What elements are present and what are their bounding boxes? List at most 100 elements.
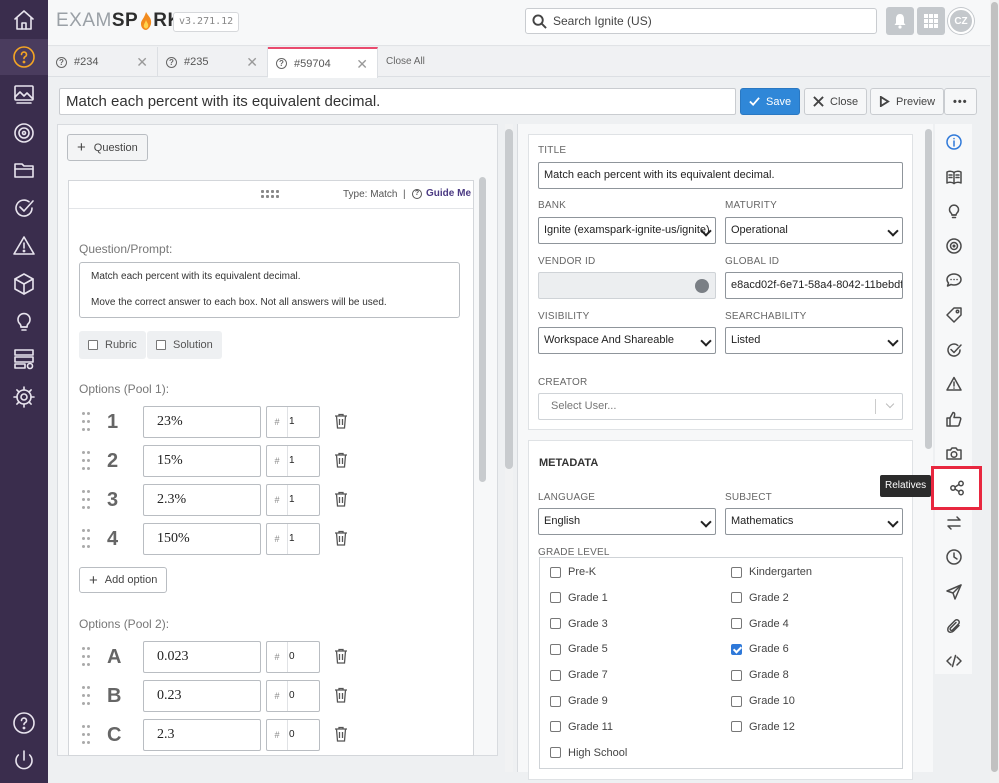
title-field[interactable]: Match each percent with its equivalent d… [538, 162, 903, 189]
option-count-input[interactable]: #1 [266, 445, 320, 477]
thumbs-up-icon[interactable] [935, 402, 972, 436]
notifications-button[interactable] [886, 7, 914, 35]
guide-me-link[interactable]: ? Guide Me [412, 188, 471, 199]
save-button[interactable]: Save [740, 88, 801, 115]
lightbulb-icon[interactable] [0, 303, 48, 339]
solution-toggle[interactable]: Solution [147, 331, 222, 359]
visibility-select[interactable]: Workspace And Shareable [538, 327, 716, 354]
more-options-button[interactable]: ••• [944, 88, 977, 115]
help-icon[interactable] [0, 39, 48, 75]
checkbox[interactable] [156, 340, 166, 350]
creator-select[interactable]: Select User... [538, 393, 903, 420]
editor-scrollbar[interactable] [479, 177, 486, 482]
grade-checkbox[interactable]: Grade 8 [731, 669, 789, 681]
grade-checkbox[interactable]: Kindergarten [731, 566, 812, 578]
gear-icon[interactable] [0, 379, 48, 415]
info-icon[interactable] [935, 125, 972, 159]
prompt-editor[interactable]: Match each percent with its equivalent d… [79, 262, 460, 318]
camera-icon[interactable] [935, 436, 972, 470]
drag-handle-icon[interactable] [82, 725, 90, 745]
option-count-input[interactable]: #1 [266, 406, 320, 438]
tab-59704[interactable]: ? #59704 ✕ [268, 47, 378, 78]
drag-handle-icon[interactable] [82, 490, 90, 510]
grade-checkbox[interactable]: Grade 7 [550, 669, 608, 681]
panel-scrollbar[interactable] [505, 124, 513, 772]
tab-235[interactable]: ? #235 ✕ [158, 47, 268, 77]
option-value-input[interactable]: 0.023 [143, 641, 261, 673]
grade-checkbox[interactable]: Grade 2 [731, 592, 789, 604]
server-settings-icon[interactable] [0, 341, 48, 377]
grade-checkbox[interactable]: Grade 4 [731, 618, 789, 630]
option-count-input[interactable]: #0 [266, 719, 320, 751]
comment-icon[interactable] [935, 263, 972, 297]
rubric-toggle[interactable]: Rubric [79, 331, 146, 359]
close-icon[interactable]: ✕ [246, 54, 258, 71]
preview-button[interactable]: Preview [870, 88, 945, 115]
option-value-input[interactable]: 23% [143, 406, 261, 438]
relatives-icon[interactable] [931, 466, 982, 510]
trash-icon[interactable] [334, 452, 348, 468]
global-search[interactable] [525, 8, 877, 34]
grade-checkbox[interactable]: Grade 3 [550, 618, 608, 630]
option-count-input[interactable]: #0 [266, 641, 320, 673]
close-button[interactable]: Close [804, 88, 868, 115]
drag-handle-icon[interactable] [82, 647, 90, 667]
book-icon[interactable] [935, 160, 972, 194]
subject-select[interactable]: Mathematics [725, 508, 903, 535]
power-icon[interactable] [0, 742, 48, 778]
target-icon[interactable] [935, 229, 972, 263]
tab-234[interactable]: ? #234 ✕ [48, 47, 158, 77]
option-value-input[interactable]: 2.3 [143, 719, 261, 751]
warning-icon[interactable] [935, 367, 972, 401]
grade-checkbox[interactable]: Grade 5 [550, 643, 608, 655]
language-select[interactable]: English [538, 508, 716, 535]
help-circle-icon[interactable] [0, 705, 48, 741]
drag-handle-icon[interactable] [82, 686, 90, 706]
drag-handle-icon[interactable] [261, 190, 281, 200]
check-circle-icon[interactable] [935, 333, 972, 367]
grade-checkbox[interactable]: Grade 12 [731, 721, 795, 733]
grade-checkbox[interactable]: Grade 10 [731, 695, 795, 707]
trash-icon[interactable] [334, 491, 348, 507]
searchability-select[interactable]: Listed [725, 327, 903, 354]
maturity-select[interactable]: Operational [725, 217, 903, 244]
target-icon[interactable] [0, 115, 48, 151]
drag-handle-icon[interactable] [82, 412, 90, 432]
drag-handle-icon[interactable] [82, 451, 90, 471]
lightbulb-icon[interactable] [935, 194, 972, 228]
add-option-button[interactable]: + Add option [79, 567, 168, 593]
drag-handle-icon[interactable] [82, 529, 90, 549]
apps-grid-button[interactable] [917, 7, 945, 35]
edit-icon[interactable] [695, 279, 709, 293]
image-gallery-icon[interactable] [0, 76, 48, 112]
grade-checkbox[interactable]: Pre-K [550, 566, 596, 578]
warning-icon[interactable] [0, 228, 48, 264]
search-input[interactable] [553, 14, 853, 28]
trash-icon[interactable] [334, 413, 348, 429]
properties-scrollbar[interactable] [925, 129, 932, 449]
option-value-input[interactable]: 150% [143, 523, 261, 555]
avatar[interactable]: CZ [948, 8, 974, 34]
option-value-input[interactable]: 0.23 [143, 680, 261, 712]
history-icon[interactable] [935, 540, 972, 574]
checkbox[interactable] [88, 340, 98, 350]
home-icon[interactable] [0, 2, 48, 38]
close-icon[interactable]: ✕ [136, 54, 148, 71]
page-scrollbar[interactable] [990, 0, 999, 783]
trash-icon[interactable] [334, 687, 348, 703]
code-icon[interactable] [935, 644, 972, 678]
send-icon[interactable] [935, 575, 972, 609]
grade-checkbox[interactable]: Grade 9 [550, 695, 608, 707]
global-id-field[interactable]: e8acd02f-6e71-58a4-8042-11bebdf [725, 272, 903, 299]
grade-checkbox[interactable]: High School [550, 747, 627, 759]
grade-checkbox[interactable]: Grade 11 [550, 721, 613, 733]
check-circle-icon[interactable] [0, 190, 48, 226]
question-title-input[interactable] [59, 88, 736, 115]
vendor-id-field[interactable] [538, 272, 716, 299]
trash-icon[interactable] [334, 648, 348, 664]
tag-icon[interactable] [935, 298, 972, 332]
option-value-input[interactable]: 2.3% [143, 484, 261, 516]
close-icon[interactable]: ✕ [356, 56, 368, 73]
cube-icon[interactable] [0, 266, 48, 302]
folder-icon[interactable] [0, 152, 48, 188]
